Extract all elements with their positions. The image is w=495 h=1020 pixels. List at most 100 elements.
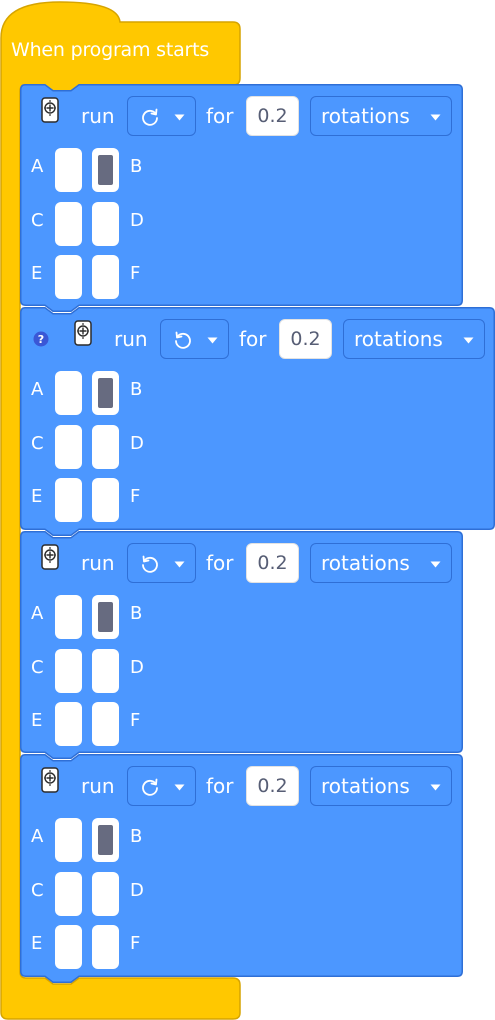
port-b-toggle[interactable] <box>92 371 119 415</box>
port-row: C D <box>20 202 220 246</box>
port-b-toggle[interactable] <box>92 818 119 862</box>
chevron-down-icon <box>174 561 185 568</box>
unit-label: rotations <box>321 104 410 128</box>
port-label: D <box>130 880 144 901</box>
port-f-toggle[interactable] <box>92 702 119 746</box>
port-label: B <box>130 156 143 177</box>
port-row: C D <box>20 872 220 916</box>
port-f-toggle[interactable] <box>92 255 119 299</box>
direction-dropdown[interactable] <box>127 543 196 583</box>
unit-dropdown[interactable]: rotations <box>310 96 452 136</box>
port-c-toggle[interactable] <box>55 202 82 246</box>
port-label: E <box>31 263 43 284</box>
port-row: E F <box>20 702 220 746</box>
rotations-value-input[interactable]: 0.2 <box>279 319 332 359</box>
port-label: F <box>130 263 141 284</box>
port-e-toggle[interactable] <box>55 925 82 969</box>
motor-icon <box>41 767 59 793</box>
rotate-counterclockwise-icon <box>173 330 193 350</box>
rotations-value-input[interactable]: 0.2 <box>246 543 299 583</box>
chevron-down-icon <box>430 784 441 791</box>
port-label: F <box>130 486 141 507</box>
chevron-down-icon <box>207 337 218 344</box>
port-a-toggle[interactable] <box>55 595 82 639</box>
chevron-down-icon <box>430 114 441 121</box>
run-label: run <box>81 551 115 575</box>
port-e-toggle[interactable] <box>55 255 82 299</box>
port-c-toggle[interactable] <box>55 425 82 469</box>
port-label: B <box>130 379 143 400</box>
port-b-toggle[interactable] <box>92 148 119 192</box>
unit-dropdown[interactable]: rotations <box>310 766 452 806</box>
port-row: A B <box>20 371 220 415</box>
port-row: A B <box>20 148 220 192</box>
motor-icon <box>41 97 59 123</box>
hat-label: When program starts <box>11 39 210 61</box>
port-label: C <box>31 210 44 231</box>
port-d-toggle[interactable] <box>92 202 119 246</box>
port-label: F <box>130 933 141 954</box>
port-row: A B <box>20 595 220 639</box>
rotations-value-input[interactable]: 0.2 <box>246 96 299 136</box>
port-e-toggle[interactable] <box>55 702 82 746</box>
unit-dropdown[interactable]: rotations <box>310 543 452 583</box>
port-label: C <box>31 433 44 454</box>
port-label: E <box>31 710 43 731</box>
rotate-counterclockwise-icon <box>140 554 160 574</box>
rotate-clockwise-icon <box>140 107 160 127</box>
port-label: A <box>31 156 44 177</box>
port-a-toggle[interactable] <box>55 818 82 862</box>
run-row: run for 0.2 rotations <box>20 84 463 144</box>
port-label: D <box>130 433 144 454</box>
direction-dropdown[interactable] <box>160 319 229 359</box>
port-e-toggle[interactable] <box>55 478 82 522</box>
port-b-toggle[interactable] <box>92 595 119 639</box>
port-d-toggle[interactable] <box>92 872 119 916</box>
chevron-down-icon <box>430 561 441 568</box>
for-label: for <box>206 551 234 575</box>
port-c-toggle[interactable] <box>55 649 82 693</box>
port-label: C <box>31 657 44 678</box>
motor-run-block[interactable]: ? run for 0.2 rotations A B C D E F <box>20 307 495 536</box>
run-label: run <box>81 774 115 798</box>
chevron-down-icon <box>174 784 185 791</box>
rotate-clockwise-icon <box>140 777 160 797</box>
port-row: E F <box>20 925 220 969</box>
motor-run-block[interactable]: run for 0.2 rotations A B C D E F <box>20 754 463 983</box>
motor-run-block[interactable]: run for 0.2 rotations A B C D E F <box>20 84 463 312</box>
direction-dropdown[interactable] <box>127 96 196 136</box>
port-f-toggle[interactable] <box>92 925 119 969</box>
port-label: A <box>31 603 44 624</box>
port-row: C D <box>20 649 220 693</box>
port-d-toggle[interactable] <box>92 425 119 469</box>
unit-label: rotations <box>354 327 443 351</box>
port-row: E F <box>20 255 220 299</box>
help-icon[interactable]: ? <box>33 331 49 347</box>
unit-label: rotations <box>321 774 410 798</box>
port-label: F <box>130 710 141 731</box>
run-label: run <box>81 104 115 128</box>
port-a-toggle[interactable] <box>55 148 82 192</box>
svg-text:?: ? <box>38 333 44 346</box>
rotations-value-input[interactable]: 0.2 <box>246 766 299 806</box>
chevron-down-icon <box>463 337 474 344</box>
port-a-toggle[interactable] <box>55 371 82 415</box>
motor-icon <box>74 320 92 346</box>
motor-run-block[interactable]: run for 0.2 rotations A B C D E F <box>20 531 463 759</box>
direction-dropdown[interactable] <box>127 766 196 806</box>
chevron-down-icon <box>174 114 185 121</box>
port-f-toggle[interactable] <box>92 478 119 522</box>
port-c-toggle[interactable] <box>55 872 82 916</box>
motor-icon <box>41 544 59 570</box>
port-d-toggle[interactable] <box>92 649 119 693</box>
port-label: E <box>31 486 43 507</box>
port-label: E <box>31 933 43 954</box>
run-row: run for 0.2 rotations <box>20 754 463 814</box>
unit-dropdown[interactable]: rotations <box>343 319 485 359</box>
port-label: B <box>130 826 143 847</box>
port-label: B <box>130 603 143 624</box>
port-label: D <box>130 210 144 231</box>
run-row: run for 0.2 rotations <box>20 531 463 591</box>
run-row: ? run for 0.2 rotations <box>20 307 495 367</box>
for-label: for <box>206 104 234 128</box>
